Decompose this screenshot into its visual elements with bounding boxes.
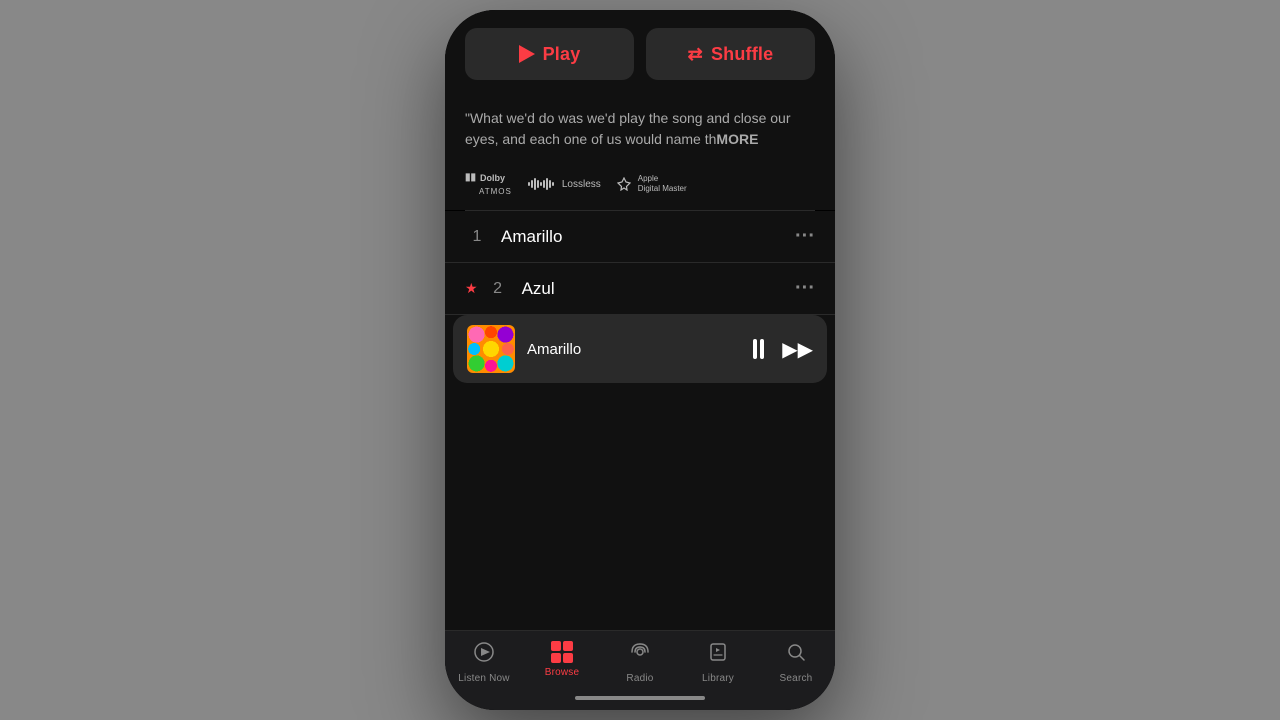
track-more-button-2[interactable]: ···	[795, 277, 815, 300]
shuffle-icon: ⇄	[688, 44, 703, 65]
tab-radio[interactable]: Radio	[601, 641, 679, 684]
browse-cell-1	[551, 641, 561, 651]
adm-icon	[617, 177, 631, 191]
track-number-1: 1	[465, 228, 489, 246]
shuffle-label: Shuffle	[711, 44, 773, 65]
more-button[interactable]: MORE	[716, 131, 758, 147]
lossless-label: Lossless	[562, 179, 601, 190]
shuffle-button[interactable]: ⇄ Shuffle	[646, 28, 815, 80]
track-list: 1 Amarillo ··· ★ 2 Azul ··· Amarillo	[445, 211, 835, 630]
tab-library[interactable]: Library	[679, 641, 757, 684]
screen: Play ⇄ Shuffle "What we'd do was we'd pl…	[445, 10, 835, 710]
pause-bar-1	[753, 339, 757, 359]
listen-now-label: Listen Now	[458, 673, 509, 684]
quote-section: "What we'd do was we'd play the song and…	[445, 94, 835, 162]
tab-listen-now[interactable]: Listen Now	[445, 641, 523, 684]
track-item-1: 1 Amarillo ···	[445, 211, 835, 263]
play-button[interactable]: Play	[465, 28, 634, 80]
track-more-button-1[interactable]: ···	[795, 225, 815, 248]
browse-cell-4	[563, 653, 573, 663]
browse-cell-3	[551, 653, 561, 663]
track-item-2: ★ 2 Azul ···	[445, 263, 835, 315]
home-indicator	[445, 688, 835, 710]
play-icon	[519, 45, 535, 63]
radio-label: Radio	[626, 673, 653, 684]
track-star-2: ★	[465, 280, 478, 297]
track-number-2: 2	[486, 280, 510, 298]
browse-icon	[551, 641, 573, 663]
library-label: Library	[702, 673, 734, 684]
now-playing-bar[interactable]: Amarillo ▶▶	[453, 315, 827, 383]
search-icon	[785, 641, 807, 669]
radio-icon	[629, 641, 651, 669]
play-label: Play	[543, 44, 581, 65]
lossless-icon	[528, 177, 554, 191]
track-name-2[interactable]: Azul	[522, 279, 795, 299]
search-label: Search	[780, 673, 813, 684]
dolby-icon: ▮▮ Dolby	[465, 172, 505, 183]
pause-bar-2	[760, 339, 764, 359]
pause-button[interactable]	[753, 339, 764, 359]
badges-section: ▮▮ Dolby ATMOS Lossless	[445, 162, 835, 210]
phone-frame: Play ⇄ Shuffle "What we'd do was we'd pl…	[445, 10, 835, 710]
now-playing-title: Amarillo	[527, 341, 741, 358]
browse-cell-2	[563, 641, 573, 651]
library-icon	[707, 641, 729, 669]
track-name-1[interactable]: Amarillo	[501, 227, 795, 247]
lossless-badge: Lossless	[528, 177, 601, 191]
home-bar	[575, 696, 705, 700]
album-art	[467, 325, 515, 373]
tab-bar: Listen Now Browse	[445, 630, 835, 688]
dolby-atmos-badge: ▮▮ Dolby ATMOS	[465, 172, 512, 196]
listen-now-icon	[473, 641, 495, 669]
apple-digital-master-badge: Apple Digital Master	[617, 174, 687, 193]
top-buttons-section: Play ⇄ Shuffle	[445, 10, 835, 94]
tab-browse[interactable]: Browse	[523, 641, 601, 684]
browse-label: Browse	[545, 667, 580, 678]
fast-forward-button[interactable]: ▶▶	[782, 337, 813, 362]
tab-search[interactable]: Search	[757, 641, 835, 684]
now-playing-controls: ▶▶	[753, 337, 813, 362]
album-art-image	[467, 325, 515, 373]
